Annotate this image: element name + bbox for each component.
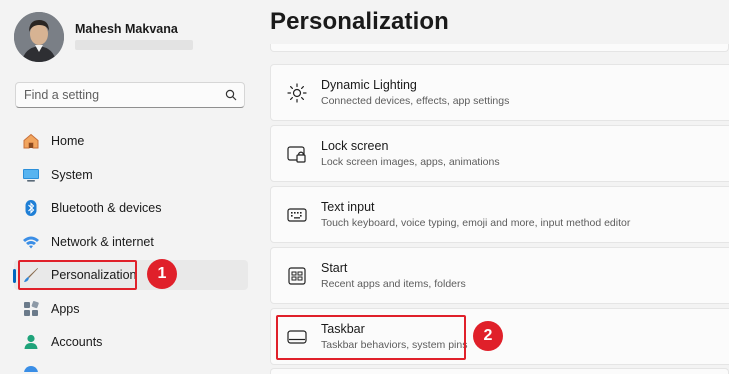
step-badge-1: 1 [147,259,177,289]
sidebar-item-system[interactable]: System [14,160,248,190]
card-dynamic-lighting[interactable]: Dynamic Lighting Connected devices, effe… [270,64,729,121]
search-input[interactable] [16,83,224,107]
card-subtitle: Lock screen images, apps, animations [321,156,500,168]
highlight-box-taskbar [276,315,466,360]
card-text-input[interactable]: Text input Touch keyboard, voice typing,… [270,186,729,243]
card-partial-bottom [270,368,729,374]
search-icon[interactable] [225,89,237,101]
card-title: Lock screen [321,139,389,153]
page-title: Personalization [270,8,449,35]
sidebar-item-bluetooth[interactable]: Bluetooth & devices [14,193,248,223]
card-title: Start [321,261,348,275]
avatar[interactable] [14,12,64,62]
bluetooth-icon [25,200,37,216]
card-subtitle: Touch keyboard, voice typing, emoji and … [321,217,631,229]
sidebar-item-apps[interactable]: Apps [14,294,248,324]
start-icon [288,267,306,285]
sidebar-nav: Home System Bluetooth & devices Network … [13,126,248,361]
sidebar-item-label: System [51,167,93,182]
card-partial-top [270,44,729,52]
sidebar-item-label: Bluetooth & devices [51,201,162,215]
card-lock-screen[interactable]: Lock screen Lock screen images, apps, an… [270,125,729,182]
sidebar-item-label: Home [51,134,85,148]
search-box[interactable] [15,82,245,108]
card-start[interactable]: Start Recent apps and items, folders [270,247,729,304]
sidebar: Mahesh Makvana •••••••••••••••••• Home S… [0,0,262,372]
accounts-icon [24,334,38,349]
apps-icon [24,300,39,316]
lock-screen-icon [287,146,306,163]
user-name: Mahesh Makvana [75,22,178,36]
partial-nav-icon [24,366,38,372]
user-email: •••••••••••••••••• [75,40,193,50]
sidebar-item-accounts[interactable]: Accounts [14,327,248,357]
home-icon [23,133,39,149]
dynamic-lighting-icon [287,83,307,103]
sidebar-item-network[interactable]: Network & internet [14,227,248,257]
active-indicator [13,269,16,283]
sidebar-item-label: Accounts [51,335,103,349]
card-subtitle: Recent apps and items, folders [321,278,466,290]
sidebar-item-home[interactable]: Home [14,126,248,156]
keyboard-icon [287,208,307,222]
system-icon [23,168,39,182]
sidebar-item-label: Network & internet [51,234,154,249]
avatar-photo [14,12,64,62]
card-title: Text input [321,200,375,214]
step-badge-2: 2 [473,321,503,351]
card-title: Dynamic Lighting [321,78,417,92]
wifi-icon [23,236,39,248]
sidebar-item-label: Apps [51,301,80,316]
card-subtitle: Connected devices, effects, app settings [321,95,510,107]
highlight-box-personalization [18,260,137,290]
